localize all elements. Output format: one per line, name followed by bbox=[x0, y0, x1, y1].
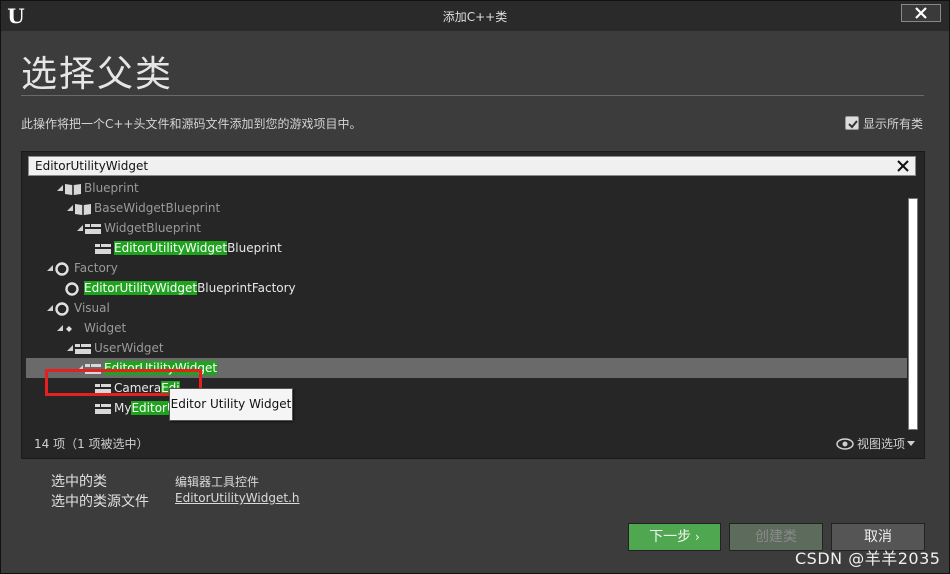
circle-icon bbox=[64, 281, 82, 296]
tree-row-label: Widget bbox=[84, 320, 126, 336]
label-suffix: UserWidget bbox=[94, 341, 164, 355]
add-cpp-class-dialog: U 添加C++类 选择父类 此操作将把一个C++头文件和源码文件添加到您的游戏项… bbox=[0, 0, 950, 574]
label-suffix: WidgetBlueprint bbox=[104, 221, 202, 235]
show-all-classes-toggle[interactable]: 显示所有类 bbox=[844, 115, 923, 131]
label-suffix: BaseWidgetBlueprint bbox=[94, 201, 221, 215]
tree-row[interactable]: EditorUtilityWidgetBlueprint bbox=[22, 238, 908, 258]
circle-icon bbox=[54, 261, 72, 276]
clear-search-icon[interactable] bbox=[895, 158, 911, 174]
window-title: 添加C++类 bbox=[442, 10, 508, 24]
heading-divider bbox=[21, 95, 924, 96]
expand-arrow-icon[interactable] bbox=[76, 224, 84, 232]
source-file-label: 选中的类源文件 bbox=[51, 494, 149, 510]
label-suffix: BlueprintFactory bbox=[197, 281, 296, 295]
tree-row-label: Factory bbox=[74, 260, 118, 276]
show-all-checkbox[interactable] bbox=[844, 116, 859, 130]
next-button[interactable]: 下一步 › bbox=[628, 523, 721, 551]
expand-arrow-icon[interactable] bbox=[66, 204, 74, 212]
widget-class-icon bbox=[84, 221, 102, 235]
description-text: 此操作将把一个C++头文件和源码文件添加到您的游戏项目中。 bbox=[21, 117, 362, 131]
expand-arrow-icon[interactable] bbox=[56, 184, 64, 192]
chevron-down-icon bbox=[907, 440, 915, 446]
title-bar: U 添加C++类 bbox=[1, 1, 949, 31]
tree-row[interactable]: Factory bbox=[22, 258, 908, 278]
widget-class-icon bbox=[94, 401, 112, 415]
tree-row[interactable]: Widget bbox=[22, 318, 908, 338]
view-options-label: 视图选项 bbox=[856, 437, 905, 451]
selected-class-label: 选中的类 bbox=[51, 474, 107, 490]
label-suffix: Widget bbox=[84, 321, 127, 335]
search-input[interactable] bbox=[29, 157, 889, 175]
source-file-link[interactable]: EditorUtilityWidget.h bbox=[175, 491, 300, 505]
search-match-highlight: EditorUtilityWidget bbox=[84, 281, 198, 295]
label-suffix: Blueprint bbox=[84, 181, 139, 195]
label-suffix: Factory bbox=[74, 261, 118, 275]
tree-row[interactable]: UserWidget bbox=[22, 338, 908, 358]
view-options-button[interactable]: 视图选项 bbox=[836, 435, 918, 452]
expand-arrow-icon[interactable] bbox=[46, 304, 54, 312]
book-icon bbox=[74, 201, 92, 215]
class-tooltip: Editor Utility Widget bbox=[169, 388, 293, 421]
tree-row-label: Visual bbox=[74, 300, 110, 316]
circle-icon bbox=[54, 301, 72, 316]
tree-scrollbar[interactable] bbox=[908, 198, 918, 430]
diamond-icon bbox=[64, 321, 82, 335]
tree-row[interactable]: Blueprint bbox=[22, 178, 908, 198]
expand-arrow-icon[interactable] bbox=[66, 344, 74, 352]
next-button-label: 下一步 bbox=[649, 529, 692, 545]
class-picker-panel: BlueprintCoreBlueprintBaseWidgetBlueprin… bbox=[21, 151, 925, 459]
page-title: 选择父类 bbox=[21, 54, 174, 95]
tree-row[interactable]: Visual bbox=[22, 298, 908, 318]
chevron-right-icon: › bbox=[691, 530, 700, 544]
widget-class-icon bbox=[94, 241, 112, 255]
eye-icon bbox=[836, 437, 854, 450]
tree-row-label: Blueprint bbox=[84, 180, 139, 196]
tree-row-label: EditorUtilityWidgetBlueprintFactory bbox=[84, 280, 296, 296]
expand-arrow-icon[interactable] bbox=[46, 264, 54, 272]
label-suffix: Visual bbox=[74, 301, 110, 315]
tree-row[interactable]: EditorUtilityWidgetBlueprintFactory bbox=[22, 278, 908, 298]
search-box[interactable] bbox=[28, 156, 916, 176]
selected-class-value: 编辑器工具控件 bbox=[175, 475, 260, 489]
expand-arrow-icon[interactable] bbox=[56, 324, 64, 332]
checkmark-icon bbox=[848, 120, 858, 129]
show-all-label: 显示所有类 bbox=[862, 116, 923, 131]
tree-row-label: EditorUtilityWidgetBlueprint bbox=[114, 240, 282, 256]
widget-class-icon bbox=[74, 341, 92, 355]
tree-row[interactable]: WidgetBlueprint bbox=[22, 218, 908, 238]
close-icon bbox=[915, 7, 927, 19]
label-suffix: Blueprint bbox=[227, 241, 282, 255]
label-prefix: My bbox=[114, 401, 132, 415]
book-icon bbox=[64, 181, 82, 195]
tree-row-label: BaseWidgetBlueprint bbox=[94, 200, 220, 216]
tree-row[interactable]: BaseWidgetBlueprint bbox=[22, 198, 908, 218]
tree-row-label: UserWidget bbox=[94, 340, 164, 356]
tree-row-label: WidgetBlueprint bbox=[104, 220, 201, 236]
tree-row[interactable]: MyEditorUtilityWidget bbox=[22, 398, 908, 418]
close-button[interactable] bbox=[901, 4, 941, 22]
csdn-watermark: CSDN @羊羊2035 bbox=[795, 549, 941, 568]
search-match-highlight: EditorUtilityWidget bbox=[114, 241, 228, 255]
item-count: 14 项（1 项被选中） bbox=[34, 437, 149, 451]
